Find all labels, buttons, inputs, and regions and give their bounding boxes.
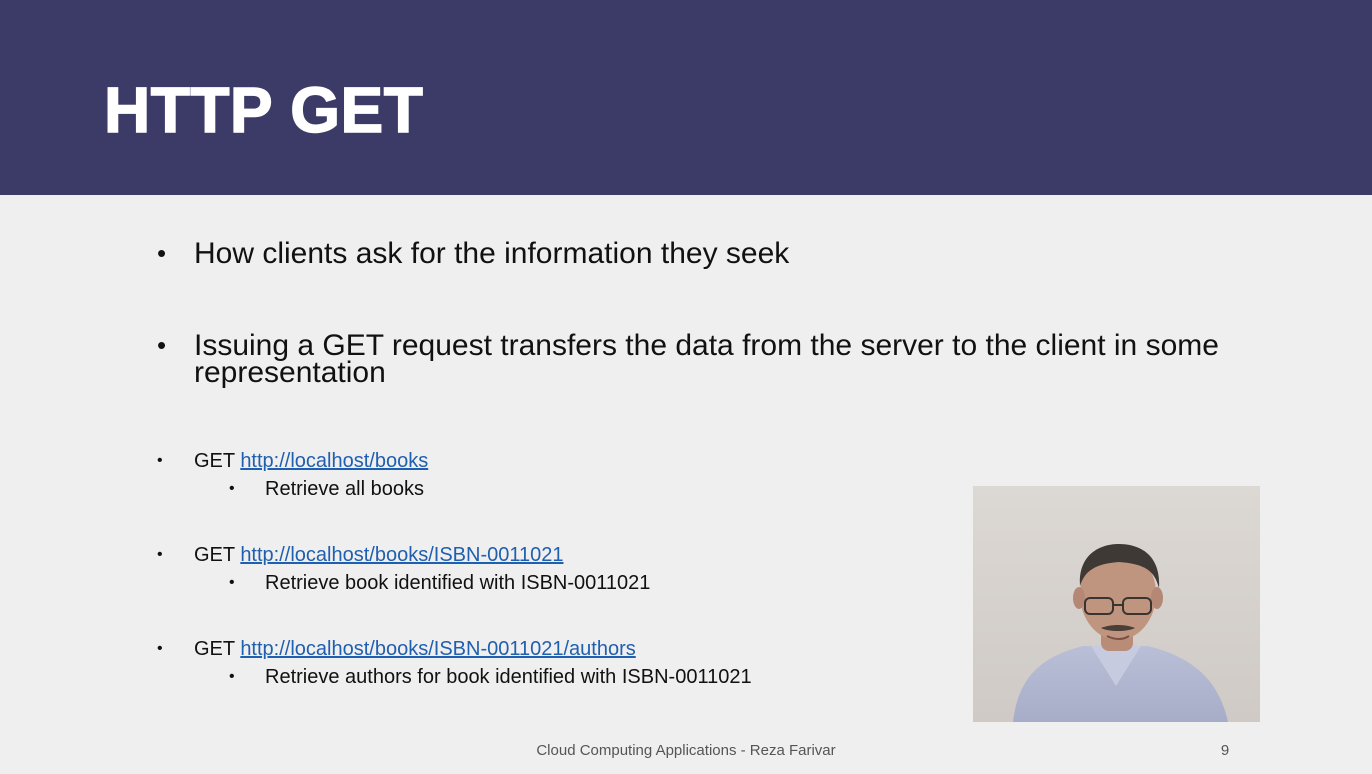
bullet-dot: •	[229, 668, 235, 685]
example-description: Retrieve all books	[265, 478, 424, 500]
bullet-dot: •	[229, 574, 235, 591]
example-request: GET http://localhost/books/ISBN-0011021/…	[194, 637, 636, 661]
example-description: Retrieve book identified with ISBN-00110…	[265, 572, 651, 594]
bullet-dot: •	[157, 238, 167, 268]
presenter-webcam	[973, 486, 1260, 722]
example-description: Retrieve authors for book identified wit…	[265, 666, 752, 688]
bullet-dot: •	[157, 330, 167, 360]
presenter-image	[973, 486, 1260, 722]
bullet-dot: •	[157, 546, 163, 563]
example-link[interactable]: http://localhost/books/ISBN-0011021	[240, 544, 563, 566]
bullet-text: Issuing a GET request transfers the data…	[194, 329, 1219, 389]
http-method: GET	[194, 450, 241, 472]
bullet-dot: •	[157, 452, 163, 469]
page-number: 9	[1220, 742, 1230, 759]
http-method: GET	[194, 638, 241, 660]
bullet-text: How clients ask for the information they…	[194, 237, 790, 270]
example-link[interactable]: http://localhost/books	[240, 450, 428, 472]
bullet-dot: •	[157, 640, 163, 657]
example-request: GET http://localhost/books	[194, 449, 428, 473]
slide-title: HTTP GET	[103, 73, 424, 147]
slide-footer: Cloud Computing Applications - Reza Fari…	[536, 742, 836, 759]
bullet-dot: •	[229, 480, 235, 497]
example-link[interactable]: http://localhost/books/ISBN-0011021/auth…	[240, 638, 635, 660]
example-request: GET http://localhost/books/ISBN-0011021	[194, 543, 563, 567]
http-method: GET	[194, 544, 241, 566]
